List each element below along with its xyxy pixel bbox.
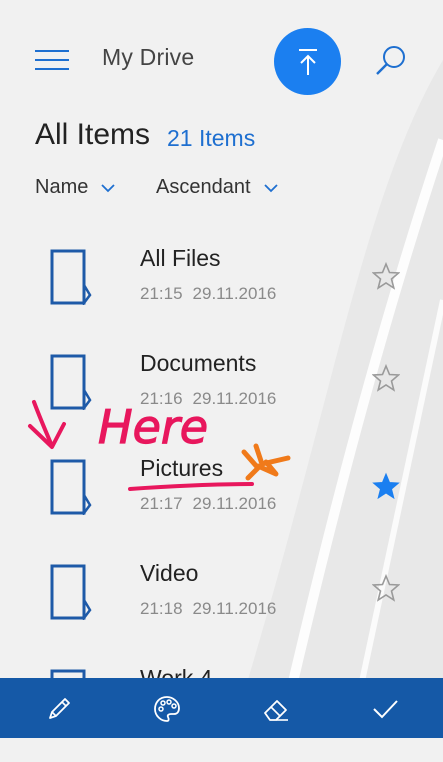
- check-icon[interactable]: [370, 694, 400, 724]
- sort-field-label: Name: [35, 176, 89, 198]
- hamburger-icon-line: [35, 50, 69, 52]
- file-time: 21:18: [140, 599, 183, 618]
- sort-field-dropdown[interactable]: Name: [35, 176, 116, 199]
- file-date: 29.11.2016: [192, 389, 277, 408]
- upload-button[interactable]: [274, 28, 341, 95]
- file-meta: 21:16 29.11.2016: [140, 389, 276, 409]
- item-count: 21 Items: [167, 125, 256, 151]
- file-icon: [50, 564, 92, 620]
- palette-icon[interactable]: [152, 694, 182, 724]
- star-outline-icon[interactable]: [372, 364, 400, 392]
- star-outline-icon[interactable]: [372, 574, 400, 602]
- menu-button[interactable]: [35, 48, 69, 72]
- search-button[interactable]: [373, 43, 409, 79]
- hamburger-icon-line: [35, 68, 69, 70]
- list-item[interactable]: Video 21:18 29.11.2016: [0, 552, 443, 657]
- file-name: Video: [140, 560, 199, 586]
- star-filled-icon[interactable]: [372, 472, 400, 500]
- chevron-down-icon: [101, 183, 115, 192]
- app-title: My Drive: [102, 44, 195, 70]
- section-title: All Items: [35, 118, 151, 151]
- file-meta: 21:17 29.11.2016: [140, 494, 276, 514]
- chevron-down-icon: [263, 183, 278, 192]
- list-item[interactable]: Documents 21:16 29.11.2016: [0, 342, 443, 447]
- file-time: 21:17: [140, 494, 183, 513]
- hamburger-icon-line: [35, 59, 69, 61]
- sort-order-dropdown[interactable]: Ascendant: [156, 176, 279, 199]
- list-item[interactable]: All Files 21:15 29.11.2016: [0, 237, 443, 342]
- file-date: 29.11.2016: [192, 494, 277, 513]
- file-time: 21:15: [140, 284, 183, 303]
- file-name: Documents: [140, 350, 257, 376]
- search-icon: [376, 46, 405, 75]
- file-icon: [50, 249, 92, 305]
- file-meta: 21:18 29.11.2016: [140, 599, 276, 619]
- app-header: My Drive: [0, 0, 443, 120]
- file-name: Pictures: [140, 455, 224, 481]
- sort-order-label: Ascendant: [156, 176, 251, 198]
- file-icon: [50, 354, 92, 410]
- file-date: 29.11.2016: [192, 284, 277, 303]
- file-icon: [50, 459, 92, 515]
- file-date: 29.11.2016: [192, 599, 277, 618]
- file-time: 21:16: [140, 389, 183, 408]
- list-item[interactable]: Pictures 21:17 29.11.2016: [0, 447, 443, 552]
- eraser-icon[interactable]: [261, 694, 291, 724]
- file-name: All Files: [140, 245, 221, 271]
- upload-arrow-icon: [298, 48, 317, 75]
- file-meta: 21:15 29.11.2016: [140, 284, 276, 304]
- pen-icon[interactable]: [44, 694, 74, 724]
- bottom-app-bar: [0, 678, 443, 738]
- star-outline-icon[interactable]: [372, 262, 400, 290]
